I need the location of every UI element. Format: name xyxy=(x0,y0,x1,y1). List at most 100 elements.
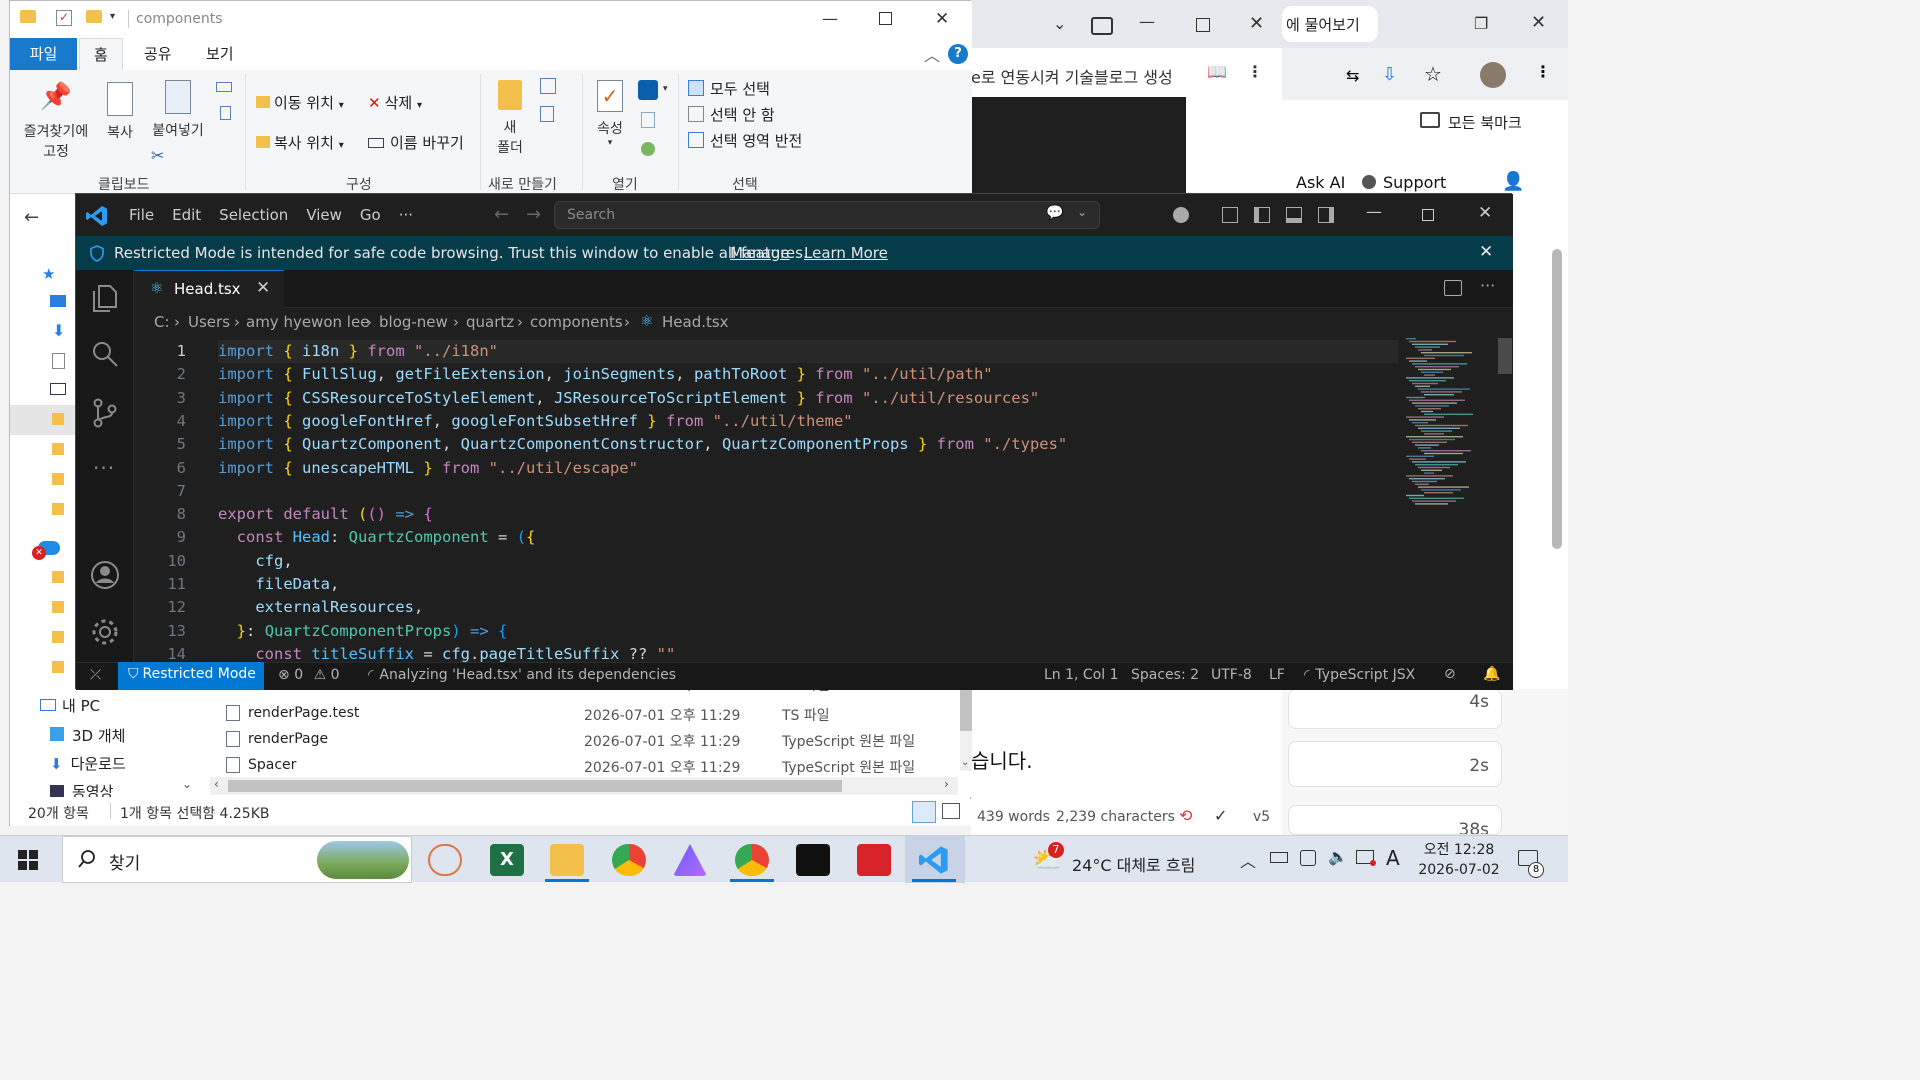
edit-icon[interactable] xyxy=(641,112,655,128)
minimize-icon[interactable]: — xyxy=(822,9,838,28)
nav-back-icon[interactable]: ← xyxy=(494,204,509,225)
table-row[interactable]: renderPage 2026-07-01 오후 11:29 TypeScrip… xyxy=(224,729,944,753)
bookmarks-all-link[interactable]: 모든 북마크 xyxy=(1448,112,1522,133)
explorer-icon[interactable] xyxy=(91,282,119,312)
encoding[interactable]: UTF-8 xyxy=(1211,667,1252,683)
delete-button[interactable]: ✕ 삭제 ▾ xyxy=(368,92,422,113)
new-item-icon[interactable] xyxy=(540,78,556,94)
horizontal-scrollbar[interactable]: ‹ › xyxy=(210,777,958,795)
nav-item-videos[interactable]: 동영상 xyxy=(50,781,113,797)
easy-access-icon[interactable] xyxy=(540,106,554,122)
document-icon[interactable] xyxy=(52,353,65,369)
file-explorer-icon[interactable] xyxy=(550,844,584,876)
breadcrumb-item[interactable]: components xyxy=(530,313,623,331)
scroll-down-icon[interactable]: ⌄ xyxy=(961,757,969,768)
menu-more[interactable]: ··· xyxy=(399,206,413,224)
sync-off-icon[interactable]: ⟲ xyxy=(1179,806,1192,825)
folder-icon[interactable] xyxy=(52,443,64,455)
clock[interactable]: 오전 12:28 2026-07-02 xyxy=(1416,839,1502,881)
history-icon[interactable] xyxy=(641,142,655,156)
rename-button[interactable]: 이름 바꾸기 xyxy=(368,132,464,153)
tab-view[interactable]: 보기 xyxy=(192,38,248,70)
copilot-icon[interactable] xyxy=(1173,207,1189,223)
manage-link[interactable]: Manage xyxy=(730,244,790,262)
close-icon[interactable]: ✕ xyxy=(1531,12,1546,33)
search-icon[interactable] xyxy=(91,340,119,368)
install-app-icon[interactable]: ⇩ xyxy=(1382,64,1397,85)
menu-go[interactable]: Go xyxy=(360,206,381,224)
tab-head-tsx[interactable]: ⚛ Head.tsx ✕ xyxy=(134,270,284,308)
copy-to-button[interactable]: 복사 위치 ▾ xyxy=(256,132,344,153)
list-item[interactable]: 2s xyxy=(1288,741,1502,787)
invert-selection-button[interactable]: 선택 영역 반전 xyxy=(688,130,802,151)
folder-icon[interactable] xyxy=(52,503,64,515)
breadcrumb-item[interactable]: quartz xyxy=(466,313,514,331)
scrollbar-thumb[interactable] xyxy=(1498,338,1512,374)
scrollbar-thumb[interactable] xyxy=(228,780,842,792)
check-icon[interactable]: ✓ xyxy=(1214,806,1227,825)
scroll-down-icon[interactable]: ⌄ xyxy=(182,777,192,791)
browser-tab[interactable]: 에 물어보기 xyxy=(1282,6,1378,42)
taskbar-search[interactable]: 찾기 xyxy=(62,836,412,883)
details-view-icon[interactable] xyxy=(912,801,936,823)
copilot-chat-icon[interactable]: 💬 xyxy=(1046,205,1063,221)
maximize-icon[interactable] xyxy=(1196,18,1210,32)
minimize-icon[interactable]: — xyxy=(1366,202,1382,221)
new-folder-button[interactable]: 새 폴더 xyxy=(490,80,530,158)
scrollbar-thumb[interactable] xyxy=(1552,249,1562,549)
menu-view[interactable]: View xyxy=(306,206,342,224)
snipping-tool-icon[interactable] xyxy=(428,844,462,876)
folder-icon[interactable] xyxy=(52,631,64,643)
folder-icon[interactable] xyxy=(86,10,102,23)
terminal-icon[interactable] xyxy=(796,844,830,876)
list-item[interactable]: 4s xyxy=(1288,689,1502,729)
excel-icon[interactable]: X xyxy=(490,844,524,876)
command-center-search[interactable]: Search 💬 ⌄ xyxy=(554,201,1100,229)
nav-forward-icon[interactable]: → xyxy=(526,204,541,225)
restricted-mode-indicator[interactable]: ⛉ Restricted Mode xyxy=(118,662,264,690)
menu-file[interactable]: File xyxy=(129,206,154,224)
breadcrumb-item[interactable]: Head.tsx xyxy=(662,313,729,331)
dropdown-icon[interactable]: ▾ xyxy=(110,11,115,22)
problems-indicator[interactable]: ⊗ 0 ⚠ 0 xyxy=(278,667,340,683)
source-control-icon[interactable] xyxy=(91,398,119,428)
star-icon[interactable]: ★ xyxy=(42,265,55,283)
learn-more-link[interactable]: Learn More xyxy=(804,244,888,262)
acrobat-icon[interactable] xyxy=(857,844,891,876)
close-icon[interactable]: ✕ xyxy=(935,9,949,29)
indentation[interactable]: Spaces: 2 xyxy=(1131,667,1199,683)
scroll-left-icon[interactable]: ‹ xyxy=(214,777,219,791)
folder-icon[interactable] xyxy=(52,601,64,613)
obsidian-icon[interactable] xyxy=(673,844,707,876)
more-views-icon[interactable]: ··· xyxy=(93,456,115,480)
ask-ai-link[interactable]: Ask AI xyxy=(1296,173,1345,192)
select-all-button[interactable]: 모두 선택 xyxy=(688,78,770,99)
more-actions-icon[interactable]: ··· xyxy=(1480,276,1495,295)
checkbox-icon[interactable]: ✓ xyxy=(56,10,72,26)
toggle-sidebar-icon[interactable] xyxy=(1254,207,1270,223)
translate-icon[interactable]: ⇆ xyxy=(1346,66,1359,85)
close-icon[interactable]: ✕ xyxy=(1249,13,1264,34)
cursor-position[interactable]: Ln 1, Col 1 xyxy=(1044,667,1119,683)
sidepanel-icon[interactable] xyxy=(1091,17,1113,35)
folder-icon[interactable] xyxy=(52,661,64,673)
analyzing-indicator[interactable]: ◜ Analyzing 'Head.tsx' and its dependenci… xyxy=(368,667,676,683)
copy-path-icon[interactable] xyxy=(216,82,232,92)
notifications-bell-icon[interactable]: 🔔 xyxy=(1483,666,1500,682)
end-of-line[interactable]: LF xyxy=(1269,667,1285,683)
tab-home[interactable]: 홈 xyxy=(79,38,123,70)
remote-icon[interactable]: ⤫ xyxy=(90,667,101,683)
bookmark-star-icon[interactable]: ☆ xyxy=(1424,62,1442,86)
copilot-disabled-icon[interactable]: ⊘ xyxy=(1444,666,1456,682)
vertical-scrollbar[interactable] xyxy=(1498,336,1513,662)
desktop-icon[interactable] xyxy=(50,295,66,307)
menu-selection[interactable]: Selection xyxy=(219,206,288,224)
paste-button[interactable]: 붙여넣기 xyxy=(148,80,208,140)
collapse-ribbon-icon[interactable]: ︿ xyxy=(924,42,940,66)
vscode-taskbar-icon[interactable] xyxy=(919,845,949,875)
table-row[interactable]: renderPage.test 2026-07-01 오후 11:29 TS 파… xyxy=(224,703,944,727)
nav-item-downloads[interactable]: ⬇ 다운로드 xyxy=(50,753,126,774)
ime-indicator[interactable]: A xyxy=(1386,846,1400,870)
nav-item-my-pc[interactable]: 내 PC xyxy=(40,695,100,716)
close-icon[interactable]: ✕ xyxy=(1478,203,1492,223)
